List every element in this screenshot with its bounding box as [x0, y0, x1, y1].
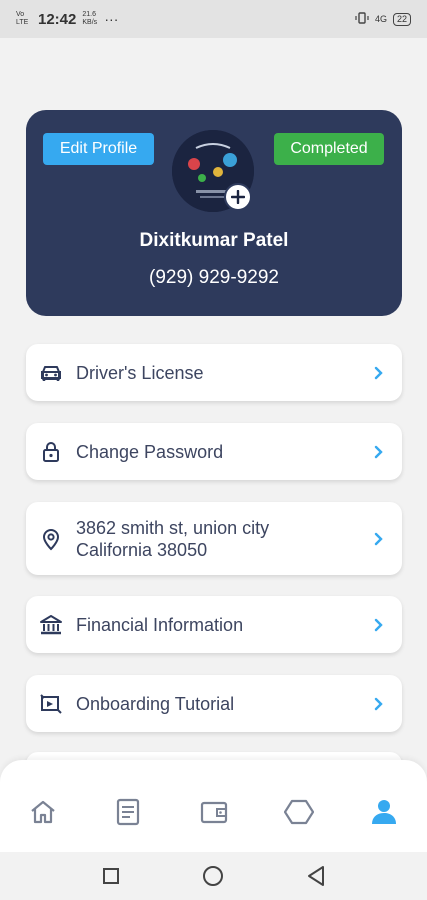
bank-icon [38, 612, 64, 638]
menu-item-onboarding-tutorial[interactable]: Onboarding Tutorial [26, 675, 402, 732]
home-icon [31, 800, 55, 824]
plus-icon [231, 190, 245, 204]
location-pin-icon [38, 526, 64, 552]
network-type: 4G [374, 14, 387, 24]
status-time: 12:42 [38, 10, 77, 28]
nav-wallet[interactable] [198, 796, 230, 828]
vibrate-icon [355, 11, 369, 27]
back-triangle-icon [307, 866, 324, 886]
status-badge: Completed [274, 133, 384, 165]
nav-documents[interactable] [112, 796, 144, 828]
menu-item-label: Change Password [76, 441, 224, 462]
profile-card: Edit Profile Completed Dixitkumar Patel … [26, 110, 402, 316]
recent-apps-button[interactable] [99, 864, 123, 888]
document-icon [116, 798, 140, 826]
tutorial-icon [38, 691, 64, 717]
nav-hexagon[interactable] [283, 796, 315, 828]
chevron-right-icon [372, 618, 386, 632]
nav-home[interactable] [27, 796, 59, 828]
wallet-icon [200, 801, 228, 824]
chevron-right-icon [372, 532, 386, 546]
user-icon [372, 800, 396, 824]
menu-item-label: Driver's License [76, 362, 204, 383]
status-bar: Vo LTE 12:42 21.6 KB/s ··· 4G 22 [0, 0, 427, 38]
lock-icon [38, 439, 64, 465]
system-navigation [0, 852, 427, 900]
network-speed: 21.6 KB/s [82, 11, 98, 26]
home-system-button[interactable] [201, 864, 225, 888]
add-photo-button[interactable] [224, 183, 252, 211]
nav-profile[interactable] [368, 796, 400, 828]
menu-item-address[interactable]: 3862 smith st, union city California 380… [26, 502, 402, 575]
menu-item-drivers-license[interactable]: Driver's License [26, 344, 402, 401]
circle-icon [203, 866, 224, 886]
profile-phone: (929) 929-9292 [149, 267, 279, 288]
more-notifications-icon: ··· [104, 11, 119, 27]
square-icon [103, 868, 120, 884]
menu-item-label: Onboarding Tutorial [76, 693, 235, 714]
menu-item-label: 3862 smith st, union city California 380… [76, 517, 270, 560]
hexagon-icon [284, 799, 314, 825]
back-button[interactable] [304, 864, 328, 888]
chevron-right-icon [372, 366, 386, 380]
chevron-right-icon [372, 697, 386, 711]
signal-indicator: Vo LTE [16, 11, 29, 26]
chevron-right-icon [372, 445, 386, 459]
menu-item-financial-information[interactable]: Financial Information [26, 596, 402, 653]
menu-item-label: Financial Information [76, 614, 244, 635]
profile-name: Dixitkumar Patel [139, 230, 289, 251]
edit-profile-button[interactable]: Edit Profile [43, 133, 154, 165]
battery-indicator: 22 [392, 12, 411, 26]
bottom-navigation [0, 760, 427, 852]
menu-item-change-password[interactable]: Change Password [26, 423, 402, 480]
car-icon [38, 360, 64, 386]
